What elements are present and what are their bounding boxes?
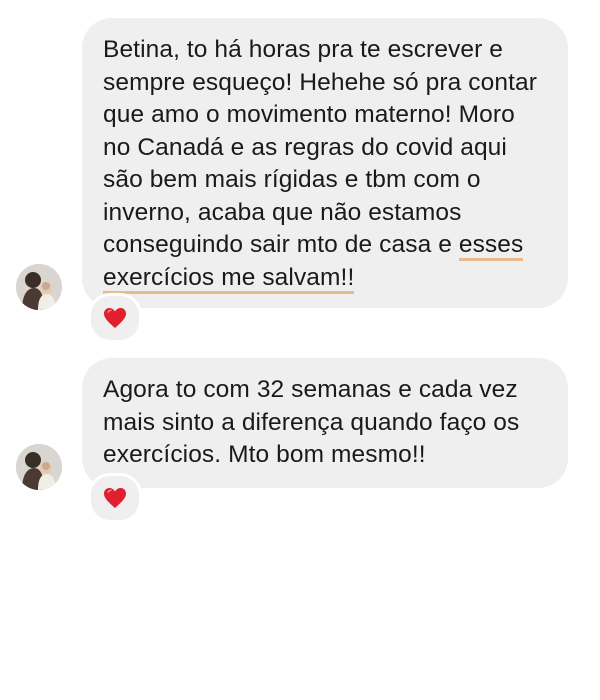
heart-icon xyxy=(103,307,127,329)
message-bubble[interactable]: Betina, to há horas pra te escrever e se… xyxy=(82,18,568,308)
reaction-badge[interactable] xyxy=(88,473,142,523)
heart-icon xyxy=(103,487,127,509)
sender-avatar[interactable] xyxy=(16,264,62,310)
message-text-part: Betina, to há horas pra te escrever e se… xyxy=(103,36,537,258)
avatar-photo xyxy=(16,444,62,490)
avatar-photo xyxy=(16,264,62,310)
reaction-badge[interactable] xyxy=(88,293,142,343)
message-thread: Betina, to há horas pra te escrever e se… xyxy=(0,0,600,700)
sender-avatar[interactable] xyxy=(16,444,62,490)
message-bubble[interactable]: Agora to com 32 semanas e cada vez mais … xyxy=(82,358,568,488)
message-text: Betina, to há horas pra te escrever e se… xyxy=(103,36,537,294)
message-text: Agora to com 32 semanas e cada vez mais … xyxy=(103,376,520,468)
